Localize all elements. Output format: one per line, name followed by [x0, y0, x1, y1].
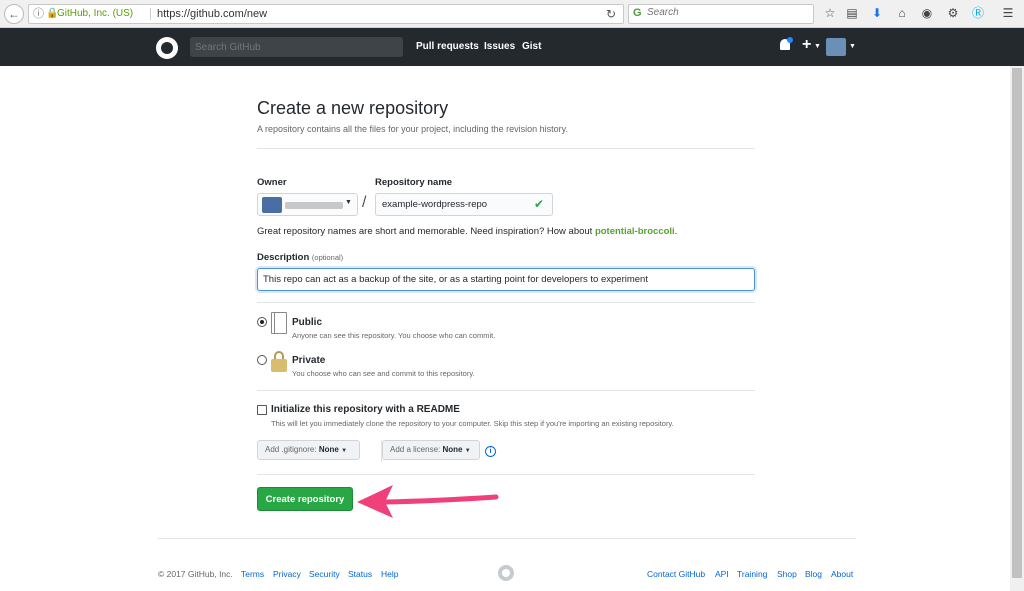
owner-select[interactable]: ▼ [257, 193, 358, 216]
license-info-icon[interactable]: i [485, 446, 496, 457]
divider [257, 148, 755, 149]
footer-link-help[interactable]: Help [381, 569, 398, 579]
footer-link-shop[interactable]: Shop [777, 569, 797, 579]
repo-book-icon [271, 312, 287, 334]
nav-pull-requests[interactable]: Pull requests [416, 41, 479, 52]
description-label-text: Description [257, 252, 310, 263]
annotation-arrow [357, 485, 499, 518]
divider [257, 302, 755, 303]
init-readme-title[interactable]: Initialize this repository with a README [271, 404, 460, 415]
address-bar[interactable]: ⓘ 🔒 GitHub, Inc. (US) https://github.com… [28, 4, 624, 24]
gitignore-dropdown[interactable]: Add .gitignore: None ▼ [257, 440, 360, 460]
repository-name-label: Repository name [375, 177, 453, 188]
github-header: Pull requests Issues Gist + ▼ ▼ [0, 28, 1024, 66]
gitignore-value: None [318, 445, 339, 454]
chevron-down-icon: ▼ [341, 448, 348, 454]
create-repository-button[interactable]: Create repository [257, 487, 353, 511]
scrollbar-thumb[interactable] [1012, 68, 1022, 578]
browser-search-input[interactable] [647, 7, 807, 18]
repository-name-help: Great repository names are short and mem… [257, 226, 677, 237]
footer-link-status[interactable]: Status [348, 569, 372, 579]
footer-link-blog[interactable]: Blog [805, 569, 822, 579]
nav-gist[interactable]: Gist [522, 41, 541, 52]
github-logo-icon[interactable] [156, 37, 178, 59]
user-avatar[interactable] [826, 38, 846, 56]
license-dropdown[interactable]: Add a license: None ▼ [382, 440, 480, 460]
create-new-plus-icon[interactable]: + [802, 36, 811, 54]
description-input[interactable] [257, 268, 755, 291]
chevron-down-icon: ▼ [345, 199, 352, 206]
pocket-icon[interactable]: ◉ [919, 5, 935, 21]
chevron-down-icon[interactable]: ▼ [849, 43, 856, 50]
gitignore-label: Add .gitignore: [265, 445, 317, 454]
reload-icon[interactable]: ↻ [606, 5, 616, 23]
owner-repo-separator: / [362, 194, 367, 211]
extension-gear-icon[interactable]: ⚙ [945, 5, 961, 21]
footer-link-contact[interactable]: Contact GitHub [647, 569, 705, 579]
init-readme-checkbox[interactable] [257, 405, 267, 415]
github-search-input[interactable] [190, 37, 403, 57]
secure-site-label: GitHub, Inc. (US) [57, 8, 134, 19]
url-text[interactable]: https://github.com/new [157, 5, 267, 23]
license-value: None [442, 445, 463, 454]
footer-copyright: © 2017 GitHub, Inc. [158, 569, 233, 579]
description-label: Description (optional) [257, 252, 343, 263]
back-arrow-icon[interactable]: ← [4, 4, 24, 24]
footer-link-security[interactable]: Security [309, 569, 340, 579]
chevron-down-icon[interactable]: ▼ [814, 43, 821, 50]
padlock-body [271, 359, 287, 372]
chevron-down-icon: ▼ [464, 448, 471, 454]
private-radio[interactable] [257, 355, 267, 365]
license-label: Add a license: [390, 445, 441, 454]
clipboard-icon[interactable]: ▤ [844, 5, 860, 21]
page-subtitle: A repository contains all the files for … [257, 124, 568, 134]
address-divider [150, 8, 151, 20]
private-option-title: Private [292, 355, 326, 366]
public-option-description: Anyone can see this repository. You choo… [292, 331, 496, 340]
name-suggestion-link[interactable]: potential-broccoli [595, 226, 675, 237]
github-footer-logo-icon[interactable] [498, 565, 514, 581]
public-radio[interactable] [257, 317, 267, 327]
page-title: Create a new repository [257, 98, 449, 118]
init-readme-description: This will let you immediately clone the … [271, 419, 674, 428]
footer-link-api[interactable]: API [715, 569, 729, 579]
page-scrollbar[interactable] [1010, 66, 1024, 591]
skype-icon[interactable]: Ⓡ [970, 5, 986, 21]
repository-name-input[interactable] [375, 193, 553, 216]
footer-link-training[interactable]: Training [737, 569, 767, 579]
help-text-end: . [674, 226, 678, 237]
footer-link-privacy[interactable]: Privacy [273, 569, 301, 579]
menu-icon[interactable]: ☰ [1000, 5, 1016, 21]
footer-divider [158, 538, 856, 539]
private-option-description: You choose who can see and commit to thi… [292, 369, 475, 378]
divider [257, 474, 755, 475]
home-icon[interactable]: ⌂ [894, 5, 910, 21]
browser-search-box[interactable]: G [628, 4, 814, 24]
checkmark-icon: ✔ [534, 197, 545, 211]
public-option-title: Public [292, 317, 323, 328]
nav-issues[interactable]: Issues [484, 41, 515, 52]
footer-link-about[interactable]: About [831, 569, 853, 579]
bookmark-star-icon[interactable]: ☆ [822, 5, 838, 21]
info-icon[interactable]: ⓘ [33, 5, 44, 23]
browser-toolbar: ← ⓘ 🔒 GitHub, Inc. (US) https://github.c… [0, 0, 1024, 28]
help-text: Great repository names are short and mem… [257, 226, 595, 237]
padlock-icon [271, 351, 287, 373]
owner-avatar [262, 197, 282, 213]
notification-indicator [787, 37, 793, 43]
download-icon[interactable]: ⬇ [869, 5, 885, 21]
footer-link-terms[interactable]: Terms [241, 569, 264, 579]
optional-hint: (optional) [311, 253, 344, 262]
owner-label: Owner [257, 177, 287, 188]
owner-name-blurred [285, 202, 343, 209]
search-engine-icon[interactable]: G [633, 7, 642, 19]
divider [257, 390, 755, 391]
